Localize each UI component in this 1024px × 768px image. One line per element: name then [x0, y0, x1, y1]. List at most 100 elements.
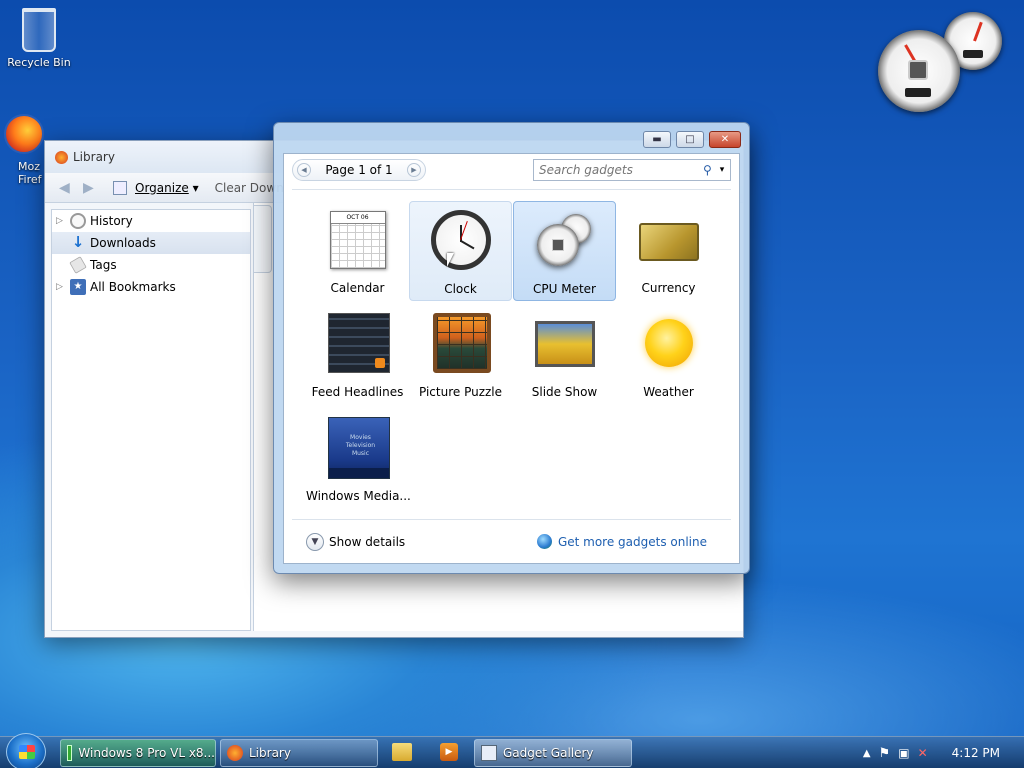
- taskbar-button-gadget-gallery[interactable]: Gadget Gallery: [474, 739, 632, 767]
- maximize-button[interactable]: □: [676, 131, 704, 148]
- library-sidebar: ▷ History ↓ Downloads Tags ▷ ★ All Bookm…: [51, 209, 251, 631]
- search-icon[interactable]: ⚲: [703, 163, 712, 177]
- gadget-clock[interactable]: Clock: [409, 201, 512, 301]
- globe-icon: [536, 534, 552, 549]
- mouse-cursor-icon: [447, 253, 454, 267]
- cpu-chip-icon: [908, 60, 928, 80]
- gadget-label: Windows Media...: [306, 489, 411, 503]
- taskbar-button-label: Windows 8 Pro VL x8...: [78, 746, 215, 760]
- firefox-icon: [55, 151, 68, 164]
- firefox-shortcut-label: Moz Firef: [18, 160, 42, 186]
- close-button[interactable]: ✕: [709, 131, 741, 148]
- download-entry[interactable]: [254, 205, 272, 273]
- taskbar: Windows 8 Pro VL x8... Library ▶ Gadget …: [0, 733, 1024, 768]
- sidebar-item-label: Tags: [90, 258, 117, 272]
- forward-arrow-icon[interactable]: ▶: [83, 180, 99, 196]
- gadget-windows-media-center[interactable]: Movies Television Music Windows Media...: [306, 409, 411, 509]
- history-clock-icon: [70, 213, 86, 229]
- rss-icon: [374, 358, 385, 368]
- system-tray: ▲ ⚑ ▣ ✕ 4:12 PM: [863, 737, 1024, 768]
- gallery-content: ◀ Page 1 of 1 ▶ ⚲ ▾ OCT 06 Calendar: [283, 153, 740, 564]
- gadget-label: Clock: [444, 282, 477, 296]
- currency-gadget-icon: [637, 209, 701, 273]
- taskbar-button-label: Gadget Gallery: [503, 746, 594, 760]
- gadget-gallery-window[interactable]: ▬ □ ✕ ◀ Page 1 of 1 ▶ ⚲ ▾ OCT 06 Calenda…: [273, 122, 750, 574]
- gadget-label: Picture Puzzle: [418, 385, 503, 399]
- firefox-icon: [4, 114, 44, 154]
- previous-page-button[interactable]: ◀: [297, 163, 311, 177]
- back-arrow-icon[interactable]: ◀: [59, 180, 75, 196]
- start-button[interactable]: [6, 733, 46, 768]
- gadget-label: Feed Headlines: [311, 385, 404, 399]
- taskbar-button-library[interactable]: Library: [220, 739, 378, 767]
- action-center-flag-icon[interactable]: ⚑: [879, 746, 891, 761]
- firefox-shortcut[interactable]: Moz Firef: [4, 114, 48, 186]
- gadget-calendar[interactable]: OCT 06 Calendar: [306, 201, 409, 301]
- sidebar-item-downloads[interactable]: ↓ Downloads: [52, 232, 250, 254]
- chevron-down-icon: ▼: [306, 532, 324, 551]
- search-dropdown-icon[interactable]: ▾: [720, 165, 725, 175]
- gadget-gallery-icon: [481, 745, 497, 761]
- gadget-weather[interactable]: Weather: [617, 305, 720, 405]
- gadget-picture-puzzle[interactable]: Picture Puzzle: [409, 305, 512, 405]
- next-page-button[interactable]: ▶: [407, 163, 421, 177]
- sidebar-item-label: Downloads: [90, 236, 156, 250]
- windows-media-center-gadget-icon: Movies Television Music: [326, 417, 390, 481]
- recycle-bin-label: Recycle Bin: [7, 56, 71, 69]
- get-more-gadgets-link[interactable]: Get more gadgets online: [536, 534, 707, 549]
- gadget-label: Calendar: [330, 281, 385, 295]
- gadget-label: Weather: [643, 385, 694, 399]
- tag-icon: [69, 256, 87, 274]
- search-input[interactable]: [539, 163, 689, 177]
- page-navigator: ◀ Page 1 of 1 ▶: [292, 159, 426, 181]
- folder-icon[interactable]: [392, 743, 412, 761]
- gadget-label: Slide Show: [531, 385, 598, 399]
- show-details-label: Show details: [329, 534, 406, 549]
- slide-show-gadget-icon: [533, 313, 597, 377]
- clock[interactable]: 4:12 PM: [952, 746, 1000, 760]
- show-details-button[interactable]: ▼ Show details: [306, 532, 406, 551]
- expand-triangle-icon[interactable]: ▷: [56, 216, 66, 226]
- picture-puzzle-gadget-icon: [429, 313, 493, 377]
- gadget-label: Currency: [641, 281, 696, 295]
- weather-gadget-icon: [637, 313, 701, 377]
- sidebar-item-label: History: [90, 214, 133, 228]
- organize-button[interactable]: Organize ▾: [135, 181, 199, 195]
- clock-gadget-icon: [429, 210, 493, 274]
- page-indicator: Page 1 of 1: [325, 163, 393, 177]
- taskbar-button-label: Library: [249, 746, 291, 760]
- gallery-footer: ▼ Show details Get more gadgets online: [292, 519, 731, 563]
- sidebar-item-tags[interactable]: Tags: [52, 254, 250, 276]
- downloads-arrow-icon: ↓: [71, 233, 85, 251]
- recycle-bin[interactable]: Recycle Bin: [1, 8, 77, 69]
- feed-headlines-gadget-icon: [326, 313, 390, 377]
- bookmarks-star-icon: ★: [70, 279, 86, 295]
- search-box[interactable]: ⚲ ▾: [533, 159, 731, 181]
- volume-muted-icon[interactable]: ✕: [918, 746, 928, 760]
- cpu-gauge: [878, 30, 960, 112]
- minimize-button[interactable]: ▬: [643, 131, 671, 148]
- get-more-gadgets-label: Get more gadgets online: [557, 534, 707, 549]
- sidebar-item-label: All Bookmarks: [90, 280, 176, 294]
- taskbar-button-virtualbox[interactable]: Windows 8 Pro VL x8...: [60, 739, 216, 767]
- organize-icon: [113, 180, 127, 195]
- media-player-icon[interactable]: ▶: [440, 743, 458, 761]
- virtualbox-icon: [67, 745, 73, 761]
- sidebar-item-history[interactable]: ▷ History: [52, 210, 250, 232]
- show-hidden-icons-icon[interactable]: ▲: [863, 748, 871, 759]
- gadget-cpu-meter[interactable]: CPU Meter: [513, 201, 616, 301]
- firefox-icon: [227, 745, 243, 761]
- windows-logo-icon: [19, 745, 35, 759]
- network-icon[interactable]: ▣: [898, 746, 909, 760]
- gadget-feed-headlines[interactable]: Feed Headlines: [306, 305, 409, 405]
- gadget-label: CPU Meter: [533, 282, 596, 296]
- gadget-currency[interactable]: Currency: [617, 201, 720, 301]
- calendar-gadget-icon: OCT 06: [326, 209, 390, 273]
- gadget-slide-show[interactable]: Slide Show: [513, 305, 616, 405]
- cpu-meter-gadget-icon: [533, 210, 597, 274]
- expand-triangle-icon[interactable]: ▷: [56, 282, 66, 292]
- recycle-bin-icon: [22, 8, 56, 52]
- library-title: Library: [73, 150, 115, 164]
- sidebar-item-all-bookmarks[interactable]: ▷ ★ All Bookmarks: [52, 276, 250, 298]
- cpu-meter-desktop-gadget[interactable]: [878, 12, 1008, 112]
